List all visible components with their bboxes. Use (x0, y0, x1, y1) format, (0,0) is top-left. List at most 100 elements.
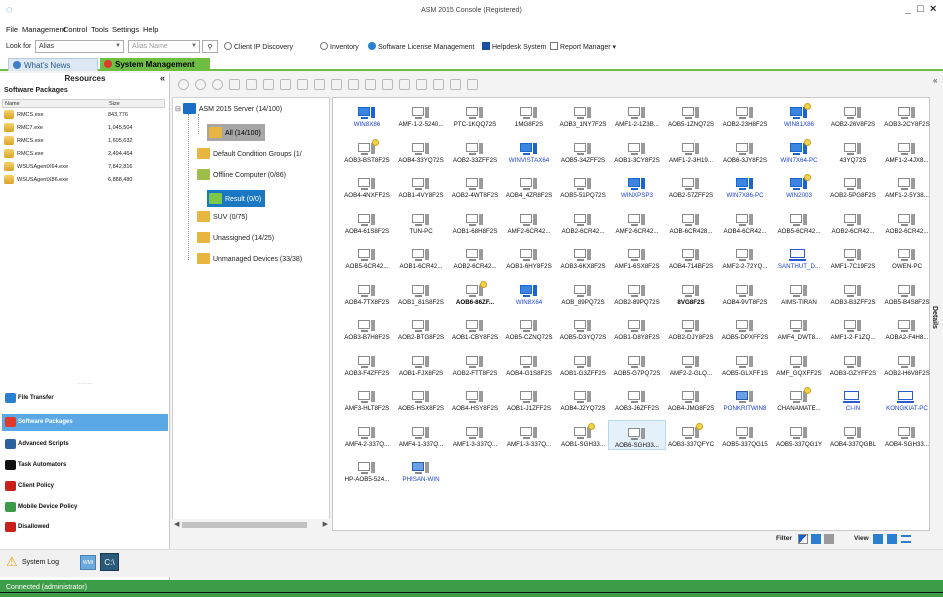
computer-item[interactable]: 8VG8F2S (662, 278, 720, 308)
computer-item[interactable]: AOB4-HSY8F2S (446, 384, 504, 414)
computer-item[interactable]: AOB3-337QFYC (662, 420, 720, 450)
computer-item[interactable]: WIN8X64 (500, 278, 558, 308)
computer-item[interactable]: AOB3-B7H8F2S (338, 313, 396, 343)
remote-icon[interactable] (246, 79, 257, 90)
computer-item[interactable]: AOB2-H6V8F2S (878, 349, 936, 379)
refresh-icon[interactable] (178, 79, 189, 90)
computer-item[interactable]: AOB5-DPXFF2S (716, 313, 774, 343)
computer-item[interactable]: AMF1-7C19F2S (824, 242, 882, 272)
computer-item[interactable]: CHANAMATE... (770, 384, 828, 414)
computer-item[interactable]: AOB5-34ZFF2S (554, 136, 612, 166)
computer-item[interactable]: AMF1-2-F1ZQ... (824, 313, 882, 343)
computer-item[interactable]: AOB5-6CR42... (770, 207, 828, 237)
computer-item[interactable]: AOB3-F4ZFF2S (338, 349, 396, 379)
search-button[interactable]: ⚲ (202, 40, 218, 53)
computer-item[interactable]: AOB3-GZYFF2S (824, 349, 882, 379)
computer-item[interactable]: AOB4-J2YQ72S (554, 384, 612, 414)
computer-item[interactable]: WIN7X86-PC (716, 171, 774, 201)
computer-item[interactable]: AOB2-26V8F2S (824, 100, 882, 130)
scroll-left-icon[interactable]: ◀ (174, 520, 179, 528)
nav-item-software-packages[interactable]: Software Packages (2, 414, 168, 431)
computer-item[interactable]: KONGKIAT-PC (878, 384, 936, 414)
computer-item[interactable]: AOB4-61S8F2S (338, 207, 396, 237)
scrollbar-thumb[interactable] (182, 522, 307, 528)
computer-item[interactable]: AMF-1-2-5240... (392, 100, 450, 130)
computer-item[interactable]: AOB4-6CR42... (716, 207, 774, 237)
tree-node-suv[interactable]: SUV (0/75) (197, 211, 248, 222)
computer-item[interactable]: AMF2-6CR42... (500, 207, 558, 237)
nav-item-client-policy[interactable]: Client Policy (2, 478, 168, 495)
computer-item[interactable]: AOB2-6CR42... (878, 207, 936, 237)
console-icon[interactable] (314, 79, 325, 90)
menu-settings[interactable]: Settings (112, 25, 139, 34)
computer-item[interactable]: AOB3-B3ZFF2S (824, 278, 882, 308)
computer-item[interactable]: AMF4_DWT8... (770, 313, 828, 343)
computer-item[interactable]: AOB1-D8Y8F2S (608, 313, 666, 343)
computer-item[interactable]: AOB3_1NY7F2S (554, 100, 612, 130)
computer-item[interactable]: WINXPSP3 (608, 171, 666, 201)
restart-icon[interactable] (195, 79, 206, 90)
computer-item[interactable]: OWEN-PC (878, 242, 936, 272)
computer-item[interactable]: WIN8X86 (338, 100, 396, 130)
tab-system-management[interactable]: System Management (100, 58, 210, 71)
screen-icon[interactable] (365, 79, 376, 90)
scroll-right-icon[interactable]: ▶ (323, 520, 328, 528)
command-prompt-button[interactable]: C:\ (100, 553, 119, 571)
computer-item[interactable]: AOB4-714BF2S (662, 242, 720, 272)
computer-item[interactable]: AOB4-337QGBL (824, 420, 882, 450)
computer-item[interactable]: AOB4-7TX8F2S (338, 278, 396, 308)
computer-item[interactable]: AOB5-GLXFF1S (716, 349, 774, 379)
nav-item-task-automators[interactable]: Task Automators (2, 457, 168, 474)
computer-item[interactable]: AMF2-2-GLQ... (662, 349, 720, 379)
computer-item[interactable]: AMF1-2-4JX8... (878, 136, 936, 166)
computer-item[interactable]: AOB6-3JY8F2S (716, 136, 774, 166)
file-row[interactable]: RMCS.exe 2,494,464 (2, 147, 165, 160)
nav-item-advanced-scripts[interactable]: Advanced Scripts (2, 436, 168, 453)
computer-item[interactable]: AOB2-FTT8F2S (446, 349, 504, 379)
computer-item[interactable]: AOB1-6CR42... (392, 242, 450, 272)
nav-item-disallowed[interactable]: Disallowed (2, 519, 168, 536)
system-log-button[interactable]: System Log (22, 559, 59, 566)
computer-item[interactable]: AOB6-86ZF... (446, 278, 504, 308)
file-row[interactable]: RMC7.exe 1,045,504 (2, 121, 165, 134)
computer-item[interactable]: AIMS-TIRAN (770, 278, 828, 308)
computer-item[interactable]: AOB1-3CY8F2S (608, 136, 666, 166)
computer-item[interactable]: AOB2-23H8F2S (716, 100, 774, 130)
maximize-button[interactable]: □ (917, 3, 924, 15)
computer-item[interactable]: AOB5-CZNQ72S (500, 313, 558, 343)
computer-item[interactable]: AOB5-337QG15 (716, 420, 774, 450)
file-row[interactable]: WSUSAgentX86.exe 6,888,480 (2, 173, 165, 186)
menu-help[interactable]: Help (143, 25, 158, 34)
computer-item[interactable]: AOB5-B4S8F2S (878, 278, 936, 308)
computer-item[interactable]: AOB1-6HY8F2S (500, 242, 558, 272)
computer-item[interactable]: AOB3-2CY8F2S (878, 100, 936, 130)
computer-item[interactable]: AOB2-DJY8F2S (662, 313, 720, 343)
computer-item[interactable]: AOB5-1ZNQ72S (662, 100, 720, 130)
computer-item[interactable]: AMF3-HLT8F2S (338, 384, 396, 414)
install-icon[interactable] (280, 79, 291, 90)
computer-item[interactable]: AOB2-57ZFF2S (662, 171, 720, 201)
computer-item[interactable]: AOB1-4VY8F2S (392, 171, 450, 201)
computer-item[interactable]: AMF1-2-1Z3B... (608, 100, 666, 130)
computer-item[interactable]: CI-IN (824, 384, 882, 414)
computer-item[interactable]: AOB4-G1S8F2S (500, 349, 558, 379)
folder-icon[interactable] (297, 79, 308, 90)
file-row[interactable]: WSUSAgentX64.exe 7,842,816 (2, 160, 165, 173)
view-large-icons-icon[interactable] (873, 534, 883, 544)
power-icon[interactable] (212, 79, 223, 90)
look-for-select[interactable]: Alias ▼ (35, 40, 124, 53)
inventory-button[interactable]: Inventory (320, 42, 359, 51)
computer-item[interactable]: AMF1-2-5Y38... (878, 171, 936, 201)
computer-item[interactable]: AOB4-9VT8F2S (716, 278, 774, 308)
computer-item[interactable]: WIN2003 (770, 171, 828, 201)
software-license-button[interactable]: Software License Management (368, 42, 475, 51)
computer-item[interactable]: AOBA2-F4H8... (878, 313, 936, 343)
computer-item[interactable]: AMF_GQXFF2S (770, 349, 828, 379)
filter-online-icon[interactable] (811, 534, 821, 544)
computer-item[interactable]: AOB-6CR428... (662, 207, 720, 237)
computer-item[interactable]: AOB6-SGH33... (608, 419, 666, 450)
tree-node-default-groups[interactable]: Default Condition Groups (1/ (197, 148, 302, 159)
lock-icon[interactable] (348, 79, 359, 90)
menu-file[interactable]: File (6, 25, 18, 34)
menu-management[interactable]: Management (22, 25, 66, 34)
